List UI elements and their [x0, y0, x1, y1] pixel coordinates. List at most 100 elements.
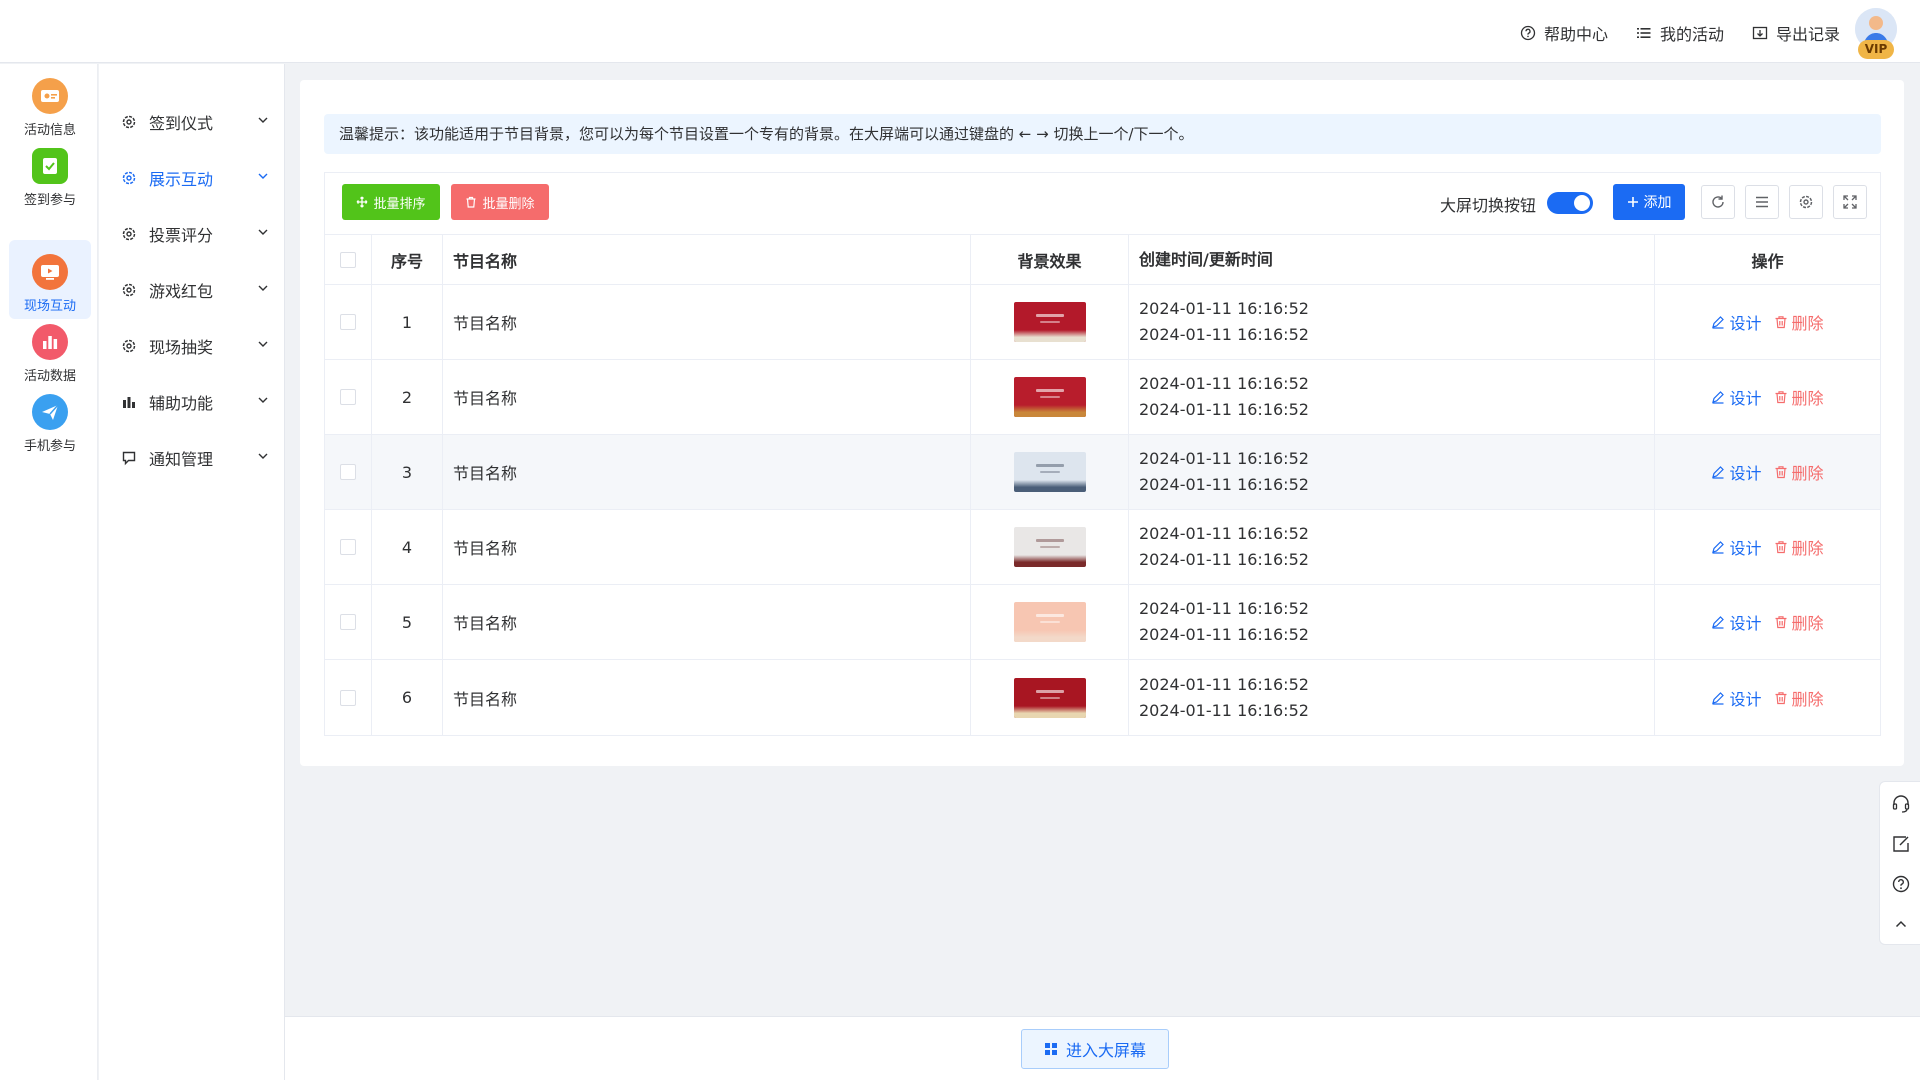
design-button[interactable]: 设计: [1711, 686, 1762, 710]
export-records-link[interactable]: 导出记录: [1752, 21, 1840, 45]
gear-icon: [122, 283, 136, 297]
background-thumbnail[interactable]: [1013, 602, 1086, 642]
delete-button[interactable]: 删除: [1774, 310, 1824, 334]
chevron-down-icon: [258, 117, 268, 123]
thumb-decoration: [1013, 480, 1086, 492]
fullscreen-button[interactable]: [1833, 185, 1867, 219]
pencil-icon: [1712, 541, 1725, 554]
export-records-label: 导出记录: [1775, 25, 1840, 44]
ticket-icon: [32, 78, 68, 114]
design-label: 设计: [1729, 539, 1762, 558]
row-op-cell: 设计 删除: [1655, 360, 1880, 434]
chevron-up-icon[interactable]: [1891, 914, 1911, 934]
screen-switch-label: 大屏切换按钮: [1440, 196, 1537, 215]
updated-time: 2024-01-11 16:16:52: [1139, 325, 1309, 344]
gear-icon: [1799, 195, 1813, 209]
rail-item-live-interaction[interactable]: 现场互动: [9, 240, 91, 319]
row-op-cell: 设计 删除: [1655, 435, 1880, 509]
export-icon: [1752, 26, 1768, 40]
table-row: 5 节目名称 2024-01-11 16:16:52 2024-01-11 16:…: [325, 585, 1880, 660]
rail-item-activity-data[interactable]: 活动数据: [9, 310, 91, 389]
screen-play-icon: [32, 254, 68, 290]
background-thumbnail[interactable]: [1013, 377, 1086, 417]
thumb-title-line: [1035, 539, 1064, 542]
enter-big-screen-button[interactable]: 进入大屏幕: [1021, 1029, 1169, 1069]
design-button[interactable]: 设计: [1711, 610, 1762, 634]
thumb-subtitle-line: [1039, 396, 1060, 398]
fullscreen-icon: [1843, 195, 1857, 209]
background-thumbnail[interactable]: [1013, 452, 1086, 492]
delete-button[interactable]: 删除: [1774, 610, 1824, 634]
row-no: 4: [372, 510, 443, 584]
row-bg-cell: [971, 660, 1129, 735]
batch-delete-button[interactable]: 批量删除: [451, 184, 549, 220]
select-all-checkbox[interactable]: [340, 251, 356, 268]
table-row: 6 节目名称 2024-01-11 16:16:52 2024-01-11 16:…: [325, 660, 1880, 735]
rail-item-mobile-participation[interactable]: 手机参与: [9, 380, 91, 459]
avatar[interactable]: VIP: [1855, 8, 1897, 59]
bar-chart-icon: [32, 324, 68, 360]
submenu-label: 现场抽奖: [149, 338, 214, 357]
rail-item-checkin[interactable]: 签到参与: [9, 134, 91, 213]
submenu-item-checkin-ceremony[interactable]: 签到仪式: [99, 94, 285, 150]
help-center-link[interactable]: 帮助中心: [1520, 21, 1608, 45]
row-checkbox[interactable]: [340, 464, 356, 480]
batch-sort-button[interactable]: 批量排序: [342, 184, 440, 220]
refresh-button[interactable]: [1701, 185, 1735, 219]
delete-button[interactable]: 删除: [1774, 686, 1824, 710]
headset-icon[interactable]: [1891, 794, 1911, 814]
background-thumbnail[interactable]: [1013, 527, 1086, 567]
submenu-item-game-redpacket[interactable]: 游戏红包: [99, 262, 285, 318]
submenu-label: 辅助功能: [149, 394, 214, 413]
delete-button[interactable]: 删除: [1774, 385, 1824, 409]
thumb-subtitle-line: [1039, 696, 1060, 699]
submenu-item-display-interaction[interactable]: 展示互动: [99, 150, 285, 206]
submenu-item-auxiliary[interactable]: 辅助功能: [99, 374, 285, 430]
design-button[interactable]: 设计: [1711, 385, 1762, 409]
table-row: 4 节目名称 2024-01-11 16:16:52 2024-01-11 16:…: [325, 510, 1880, 585]
background-thumbnail[interactable]: [1013, 302, 1086, 342]
column-settings-button[interactable]: [1789, 185, 1823, 219]
background-thumbnail[interactable]: [1013, 677, 1086, 718]
help-circle-icon[interactable]: [1891, 874, 1911, 894]
trash-icon: [466, 196, 476, 208]
design-label: 设计: [1729, 689, 1762, 709]
table-header: 序号 节目名称 背景效果 创建时间/更新时间 操作: [325, 235, 1880, 285]
row-select-cell: [325, 285, 372, 359]
add-button[interactable]: 添加: [1613, 184, 1685, 220]
my-activities-link[interactable]: 我的活动: [1636, 21, 1724, 45]
row-checkbox[interactable]: [340, 389, 356, 405]
row-bg-cell: [971, 585, 1129, 659]
top-header: 帮助中心 我的活动 导出记录 VIP: [0, 0, 1920, 63]
batch-delete-label: 批量删除: [482, 196, 535, 212]
header-time-label: 创建时间/更新时间: [1139, 249, 1273, 269]
bar-chart-icon: [123, 397, 135, 408]
pencil-icon: [1712, 466, 1725, 479]
chat-bubble-icon: [122, 451, 136, 466]
header-time: 创建时间/更新时间: [1129, 235, 1655, 284]
rail-item-activity-info[interactable]: 活动信息: [9, 64, 91, 143]
design-button[interactable]: 设计: [1711, 460, 1762, 484]
submenu-item-voting[interactable]: 投票评分: [99, 206, 285, 262]
delete-label: 删除: [1791, 614, 1824, 633]
submenu-item-notifications[interactable]: 通知管理: [99, 430, 285, 486]
row-checkbox[interactable]: [340, 539, 356, 555]
delete-button[interactable]: 删除: [1774, 535, 1824, 559]
screen-switch-toggle[interactable]: [1547, 192, 1593, 214]
delete-button[interactable]: 删除: [1774, 460, 1824, 484]
submenu-label: 游戏红包: [149, 282, 214, 301]
tip-banner: 温馨提示：该功能适用于节目背景，您可以为每个节目设置一个专有的背景。在大屏端可以…: [324, 114, 1881, 154]
edit-note-icon[interactable]: [1891, 834, 1911, 854]
row-no: 3: [372, 435, 443, 509]
row-select-cell: [325, 435, 372, 509]
submenu-item-lottery[interactable]: 现场抽奖: [99, 318, 285, 374]
row-checkbox[interactable]: [340, 614, 356, 630]
thumb-decoration: [1013, 330, 1086, 342]
row-no: 1: [372, 285, 443, 359]
row-checkbox[interactable]: [340, 689, 356, 706]
design-button[interactable]: 设计: [1711, 310, 1762, 334]
density-button[interactable]: [1745, 185, 1779, 219]
design-button[interactable]: 设计: [1711, 535, 1762, 559]
batch-sort-label: 批量排序: [373, 196, 426, 212]
row-checkbox[interactable]: [340, 314, 356, 330]
